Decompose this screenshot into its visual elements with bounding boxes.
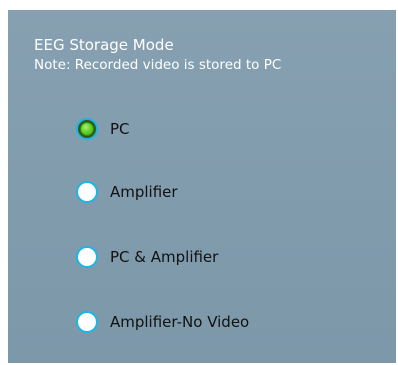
storage-note: Note: Recorded video is stored to PC — [34, 57, 282, 73]
radio-button-unchecked-icon[interactable] — [76, 181, 98, 203]
panel-title: EEG Storage Mode — [34, 36, 174, 54]
radio-button-unchecked-icon[interactable] — [76, 246, 98, 268]
eeg-storage-mode-panel: EEG Storage Mode Note: Recorded video is… — [8, 10, 396, 363]
radio-selected-dot-icon — [80, 122, 94, 136]
radio-option-pc[interactable]: PC — [76, 114, 130, 144]
radio-option-pc-and-amplifier[interactable]: PC & Amplifier — [76, 242, 218, 272]
radio-label-pc-and-amplifier: PC & Amplifier — [110, 248, 219, 266]
radio-option-amplifier-no-video[interactable]: Amplifier-No Video — [76, 307, 249, 337]
radio-label-amplifier-no-video: Amplifier-No Video — [110, 313, 250, 331]
radio-label-amplifier: Amplifier — [110, 183, 178, 201]
radio-label-pc: PC — [110, 120, 130, 138]
radio-option-amplifier[interactable]: Amplifier — [76, 177, 178, 207]
radio-button-unchecked-icon[interactable] — [76, 311, 98, 333]
radio-button-checked-icon[interactable] — [76, 118, 98, 140]
